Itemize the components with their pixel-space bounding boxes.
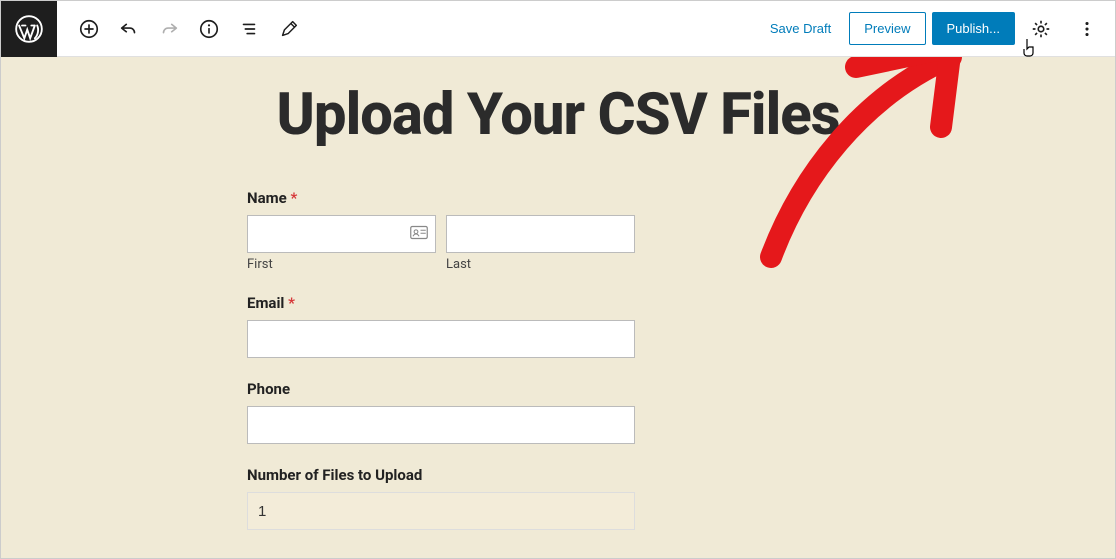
redo-icon: [158, 18, 180, 40]
name-label: Name *: [247, 189, 635, 207]
settings-button[interactable]: [1021, 9, 1061, 49]
info-button[interactable]: [189, 9, 229, 49]
gear-icon: [1030, 18, 1052, 40]
contact-card-icon: [410, 225, 428, 244]
page-title[interactable]: Upload Your CSV Files: [1, 57, 1115, 149]
edit-button[interactable]: [269, 9, 309, 49]
toolbar-left: [1, 1, 309, 56]
email-input[interactable]: [247, 320, 635, 358]
undo-icon: [118, 18, 140, 40]
wordpress-icon: [15, 15, 43, 43]
name-field: Name * First L: [247, 189, 635, 272]
last-name-input[interactable]: [446, 215, 635, 253]
files-count-field: Number of Files to Upload: [247, 466, 635, 530]
add-block-button[interactable]: [69, 9, 109, 49]
info-icon: [198, 18, 220, 40]
list-icon: [238, 18, 260, 40]
phone-input[interactable]: [247, 406, 635, 444]
wordpress-logo[interactable]: [1, 1, 57, 57]
editor-canvas: Upload Your CSV Files Name *: [1, 57, 1115, 558]
first-name-input[interactable]: [247, 215, 436, 253]
email-label-text: Email: [247, 294, 284, 312]
more-options-button[interactable]: [1067, 9, 1107, 49]
email-label: Email *: [247, 294, 635, 312]
toolbar-right: Save Draft Preview Publish...: [758, 9, 1107, 49]
email-field: Email *: [247, 294, 635, 358]
first-sublabel: First: [247, 257, 436, 272]
last-sublabel: Last: [446, 257, 635, 272]
phone-label: Phone: [247, 380, 635, 398]
phone-field: Phone: [247, 380, 635, 444]
preview-button[interactable]: Preview: [849, 12, 925, 45]
save-draft-button[interactable]: Save Draft: [758, 13, 843, 44]
list-view-button[interactable]: [229, 9, 269, 49]
files-count-input[interactable]: [247, 492, 635, 530]
undo-button[interactable]: [109, 9, 149, 49]
form-block: Name * First L: [247, 189, 635, 530]
required-mark: *: [290, 189, 297, 207]
editor-toolbar: Save Draft Preview Publish...: [1, 1, 1115, 57]
plus-circle-icon: [78, 18, 100, 40]
pencil-icon: [278, 18, 300, 40]
publish-button[interactable]: Publish...: [932, 12, 1015, 45]
required-mark: *: [288, 294, 295, 312]
name-label-text: Name: [247, 189, 287, 207]
kebab-icon: [1076, 18, 1098, 40]
redo-button[interactable]: [149, 9, 189, 49]
files-label: Number of Files to Upload: [247, 466, 635, 484]
